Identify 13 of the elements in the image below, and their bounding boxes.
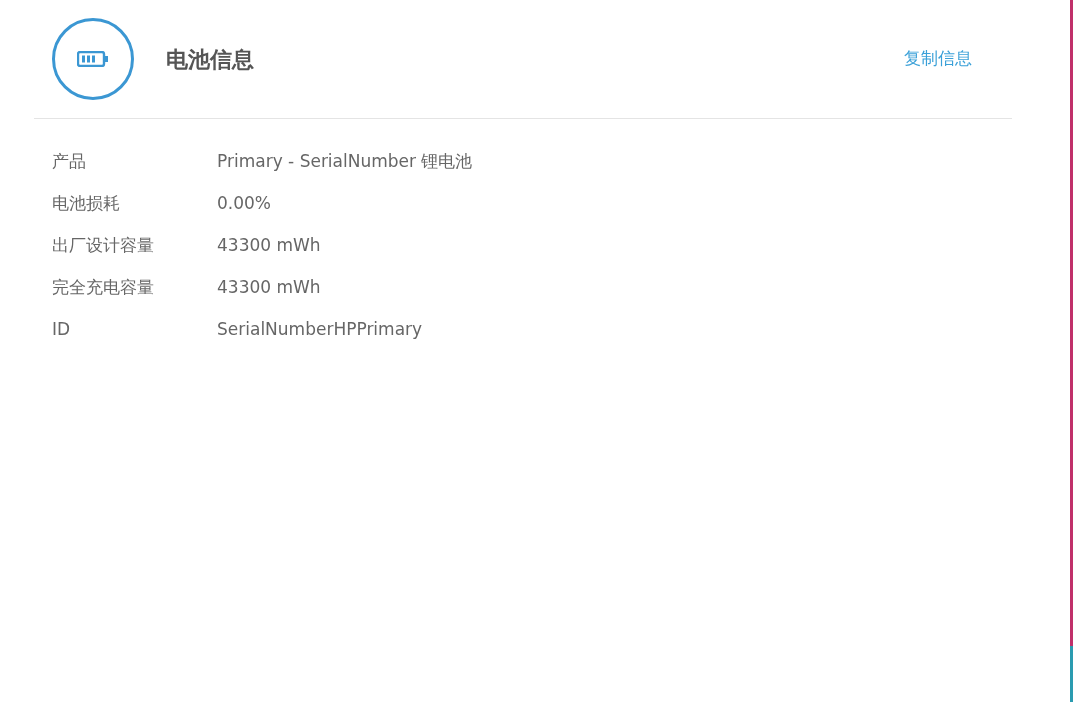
property-label: 完全充电容量 (52, 276, 155, 300)
property-value: Primary - SerialNumber 锂电池 (217, 150, 473, 174)
battery-icon (77, 51, 109, 67)
section-title: 电池信息 (166, 45, 254, 74)
property-label: 出厂设计容量 (52, 234, 155, 258)
property-label: ID (52, 318, 72, 342)
property-label: 电池损耗 (52, 192, 121, 216)
copy-info-link[interactable]: 复制信息 (904, 46, 972, 72)
property-label: 产品 (52, 150, 87, 174)
property-value: 0.00% (217, 192, 271, 216)
property-value: SerialNumberHPPrimary (217, 318, 423, 342)
property-value: 43300 mWh (217, 234, 321, 258)
property-value: 43300 mWh (217, 276, 321, 300)
